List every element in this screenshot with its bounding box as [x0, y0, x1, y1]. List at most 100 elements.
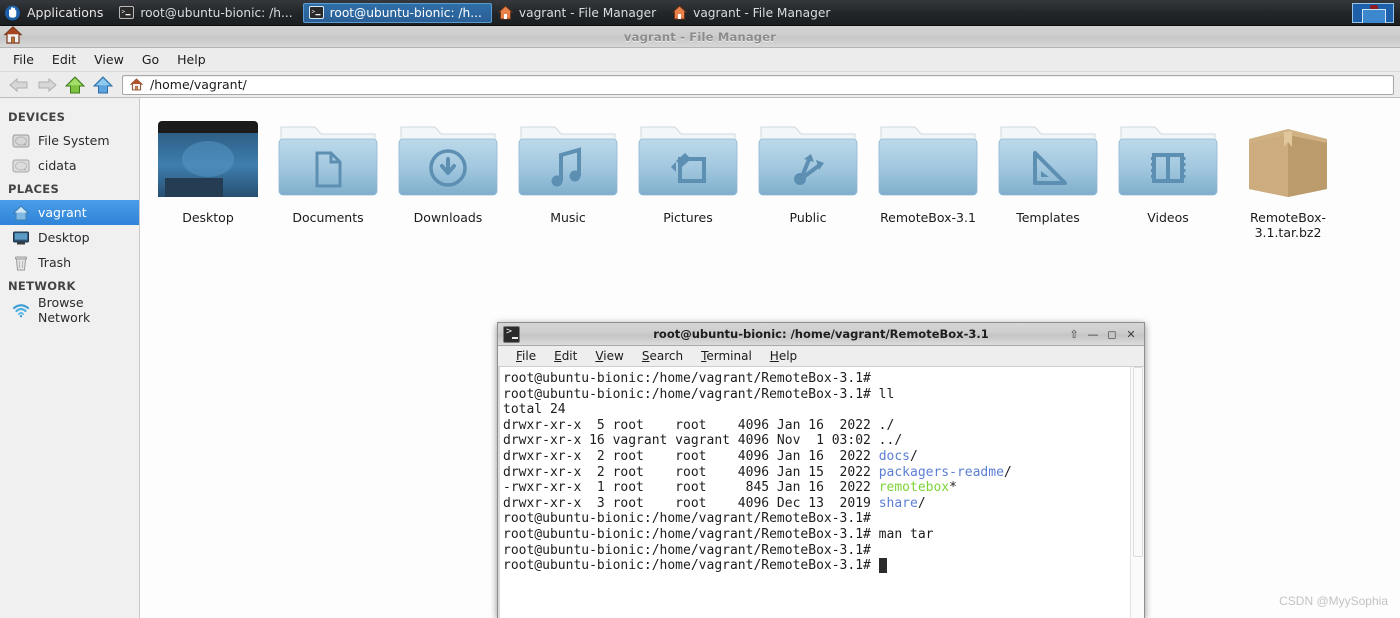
terminal-line: root@ubuntu-bionic:/home/vagrant/RemoteB…	[503, 371, 1130, 387]
file-item-downloads[interactable]: Downloads	[388, 110, 508, 240]
hand-icon	[4, 4, 21, 21]
network-icon	[12, 303, 30, 317]
terminal-titlebar[interactable]: root@ubuntu-bionic: /home/vagrant/Remote…	[498, 323, 1144, 346]
terminal-text: drwxr-xr-x 16 vagrant vagrant 4096 Nov 1…	[503, 433, 903, 449]
file-item-documents[interactable]: Documents	[268, 110, 388, 240]
file-item-label: RemoteBox-3.1.tar.bz2	[1250, 210, 1326, 240]
file-item-pictures[interactable]: Pictures	[628, 110, 748, 240]
terminal-text: total 24	[503, 402, 566, 418]
home-icon	[3, 26, 23, 44]
workspace-switcher[interactable]	[1352, 2, 1394, 23]
sidebar-item-vagrant[interactable]: vagrant	[0, 200, 139, 225]
file-item-label: Pictures	[663, 210, 713, 225]
documents-folder-icon	[274, 114, 382, 204]
menu-file[interactable]: File	[4, 49, 43, 70]
file-item-desktop[interactable]: Desktop	[148, 110, 268, 240]
path-input[interactable]: /home/vagrant/	[122, 74, 1394, 95]
terminal-screen[interactable]: root@ubuntu-bionic:/home/vagrant/RemoteB…	[498, 367, 1144, 618]
watermark: CSDN @MyySophia	[1279, 594, 1388, 608]
file-item-templates[interactable]: Templates	[988, 110, 1108, 240]
arrow-up-icon	[64, 75, 86, 93]
terminal-window: root@ubuntu-bionic: /home/vagrant/Remote…	[497, 322, 1145, 618]
taskbar-item-label: root@ubuntu-bionic: /h...	[140, 5, 293, 20]
terminal-line: root@ubuntu-bionic:/home/vagrant/RemoteB…	[503, 558, 1130, 574]
terminal-menubar: File Edit View Search Terminal Help	[498, 346, 1144, 367]
sidebar-item-label: Browse Network	[38, 294, 91, 325]
terminal-menu-terminal[interactable]: Terminal	[693, 347, 760, 365]
file-manager-titlebar[interactable]: vagrant - File Manager	[0, 26, 1400, 48]
close-icon[interactable]: ✕	[1122, 326, 1140, 343]
file-item-music[interactable]: Music	[508, 110, 628, 240]
archive-box-icon	[1234, 114, 1342, 204]
taskbar-item-filemanager-1[interactable]: vagrant - File Manager	[492, 3, 666, 23]
file-manager-title: vagrant - File Manager	[623, 29, 777, 44]
taskbar-item-terminal-2[interactable]: > root@ubuntu-bionic: /h...	[302, 2, 492, 23]
terminal-menu-search[interactable]: Search	[634, 347, 691, 365]
videos-folder-icon	[1114, 114, 1222, 204]
arrow-right-icon	[38, 77, 57, 92]
terminal-text: drwxr-xr-x 2 root root 4096 Jan 15 2022	[503, 464, 879, 480]
sidebar-item-browse-network[interactable]: Browse Network	[0, 294, 139, 325]
menu-view[interactable]: View	[85, 49, 133, 70]
terminal-text: /	[917, 495, 926, 511]
sidebar-item-desktop[interactable]: Desktop	[0, 225, 139, 250]
sidebar-item-trash[interactable]: Trash	[0, 250, 139, 275]
taskbar-item-terminal-1[interactable]: > root@ubuntu-bionic: /h...	[113, 3, 302, 23]
taskbar-item-label: vagrant - File Manager	[693, 5, 831, 20]
taskbar-item-label: root@ubuntu-bionic: /h...	[329, 5, 482, 20]
terminal-text: root@ubuntu-bionic:/home/vagrant/RemoteB…	[503, 511, 871, 527]
taskbar-item-filemanager-2[interactable]: vagrant - File Manager	[666, 3, 840, 23]
terminal-text: root@ubuntu-bionic:/home/vagrant/RemoteB…	[503, 526, 934, 542]
terminal-text: drwxr-xr-x 5 root root 4096 Jan 16 2022 …	[503, 417, 895, 433]
menu-go[interactable]: Go	[133, 49, 168, 70]
terminal-line: total 24	[503, 402, 1130, 418]
terminal-line: root@ubuntu-bionic:/home/vagrant/RemoteB…	[503, 511, 1130, 527]
terminal-menu-edit[interactable]: Edit	[546, 347, 585, 365]
shade-up-icon[interactable]: ⇧	[1065, 326, 1083, 343]
desktop-icon	[13, 231, 29, 244]
terminal-text: /	[910, 448, 918, 464]
terminal-text: root@ubuntu-bionic:/home/vagrant/RemoteB…	[503, 542, 871, 558]
terminal-line: drwxr-xr-x 5 root root 4096 Jan 16 2022 …	[503, 418, 1130, 434]
terminal-scrollbar[interactable]	[1130, 367, 1144, 618]
workspace-window-dot	[1370, 4, 1378, 9]
parent-folder-button[interactable]	[62, 74, 88, 96]
menu-edit[interactable]: Edit	[43, 49, 85, 70]
terminal-text: *	[949, 480, 957, 496]
terminal-scrollbar-thumb[interactable]	[1133, 367, 1143, 557]
terminal-menu-file[interactable]: File	[508, 347, 544, 365]
home-button[interactable]	[90, 74, 116, 96]
menu-help[interactable]: Help	[168, 49, 215, 70]
downloads-folder-icon	[394, 114, 502, 204]
file-item-remotebox-folder[interactable]: RemoteBox-3.1	[868, 110, 988, 240]
sidebar-item-cidata[interactable]: cidata	[0, 153, 139, 178]
terminal-title: root@ubuntu-bionic: /home/vagrant/Remote…	[653, 327, 989, 341]
file-item-public[interactable]: Public	[748, 110, 868, 240]
terminal-menu-view[interactable]: View	[587, 347, 631, 365]
home-icon	[129, 78, 144, 91]
music-folder-icon	[514, 114, 622, 204]
sidebar-heading-places: PLACES	[8, 182, 60, 196]
terminal-output: root@ubuntu-bionic:/home/vagrant/RemoteB…	[500, 367, 1130, 618]
terminal-line: root@ubuntu-bionic:/home/vagrant/RemoteB…	[503, 543, 1130, 559]
taskbar: Applications > root@ubuntu-bionic: /h...…	[0, 0, 1400, 26]
svg-text:>: >	[122, 9, 126, 16]
back-button[interactable]	[6, 74, 32, 96]
terminal-menu-help[interactable]: Help	[762, 347, 805, 365]
arrow-left-icon	[9, 77, 28, 92]
harddisk-icon	[12, 159, 30, 172]
trash-icon	[15, 256, 27, 270]
terminal-text: root@ubuntu-bionic:/home/vagrant/RemoteB…	[503, 371, 871, 386]
file-item-videos[interactable]: Videos	[1108, 110, 1228, 240]
terminal-text: docs	[878, 448, 910, 464]
file-item-remotebox-archive[interactable]: RemoteBox-3.1.tar.bz2	[1228, 110, 1348, 240]
minimize-icon[interactable]: —	[1084, 326, 1102, 343]
sidebar-item-file-system[interactable]: File System	[0, 128, 139, 153]
applications-menu-button[interactable]: Applications	[0, 0, 113, 25]
file-item-label: Music	[550, 210, 586, 225]
terminal-text: /	[1003, 464, 1012, 480]
templates-folder-icon	[994, 114, 1102, 204]
maximize-icon[interactable]: ◻	[1103, 326, 1121, 343]
forward-button[interactable]	[34, 74, 60, 96]
home-icon	[92, 75, 114, 93]
